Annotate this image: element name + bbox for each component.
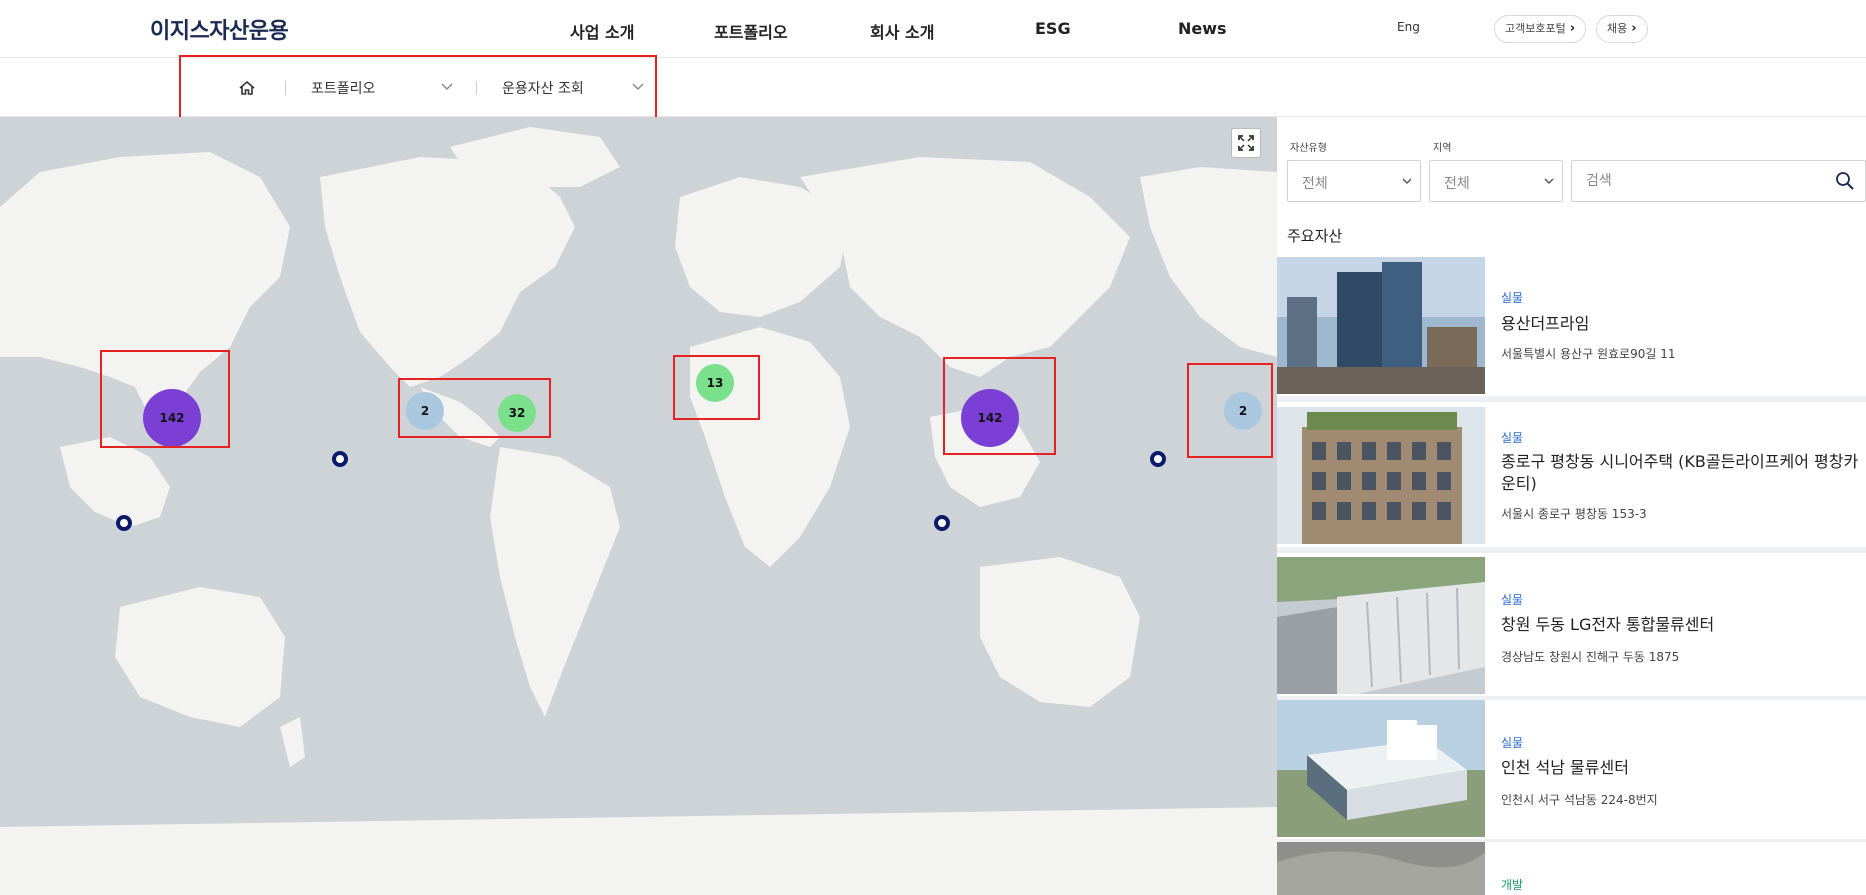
- customer-portal-button[interactable]: 고객보호포털 ›: [1494, 15, 1587, 43]
- search-box: [1571, 160, 1866, 202]
- asset-image: [1277, 842, 1485, 895]
- recruit-button[interactable]: 채용 ›: [1596, 15, 1648, 43]
- map-cluster[interactable]: 32: [498, 394, 536, 432]
- map-pin[interactable]: [1150, 451, 1166, 467]
- asset-card[interactable]: 실물 창원 두동 LG전자 통합물류센터 경상남도 창원시 진해구 두동 187…: [1277, 557, 1866, 694]
- nav-company[interactable]: 회사 소개: [870, 19, 934, 43]
- asset-card[interactable]: 실물 인천 석남 물류센터 인천시 서구 석남동 224-8번지: [1277, 700, 1866, 837]
- region-select[interactable]: 전체: [1429, 160, 1563, 202]
- recruit-label: 채용: [1607, 22, 1628, 35]
- asset-card[interactable]: 실물 종로구 평창동 시니어주택 (KB골든라이프케어 평창카운티) 서울시 종…: [1277, 407, 1866, 544]
- asset-card[interactable]: 실물 용산더프라임 서울특별시 용산구 원효로90길 11: [1277, 257, 1866, 394]
- asset-name: 창원 두동 LG전자 통합물류센터: [1501, 615, 1715, 634]
- nav-news[interactable]: News: [1178, 19, 1227, 38]
- asset-image: [1277, 407, 1485, 544]
- search-icon[interactable]: [1835, 171, 1855, 191]
- customer-portal-label: 고객보호포털: [1505, 22, 1566, 35]
- asset-type-value: 전체: [1302, 176, 1328, 192]
- asset-category: 실물: [1501, 736, 1524, 750]
- chevron-down-icon: [1544, 178, 1554, 184]
- map-pin[interactable]: [116, 515, 132, 531]
- fullscreen-icon: [1238, 135, 1254, 151]
- chevron-right-icon: ›: [1569, 21, 1576, 36]
- map-tiles: [0, 127, 1277, 895]
- region-label: 지역: [1433, 143, 1452, 154]
- asset-image: [1277, 557, 1485, 694]
- card-divider: [1277, 547, 1866, 553]
- asset-category: 실물: [1501, 431, 1524, 445]
- asset-name: 인천 석남 물류센터: [1501, 758, 1629, 777]
- map-cluster[interactable]: 142: [961, 389, 1019, 447]
- asset-address: 서울특별시 용산구 원효로90길 11: [1501, 347, 1676, 361]
- map-cluster[interactable]: 142: [143, 389, 201, 447]
- map-cluster[interactable]: 13: [696, 364, 734, 402]
- card-divider: [1277, 396, 1866, 402]
- asset-address: 경상남도 창원시 진해구 두동 1875: [1501, 650, 1680, 664]
- language-toggle[interactable]: Eng: [1397, 20, 1420, 34]
- region-value: 전체: [1444, 176, 1470, 192]
- asset-image: [1277, 700, 1485, 837]
- featured-assets-title: 주요자산: [1287, 227, 1343, 245]
- nav-portfolio[interactable]: 포트폴리오: [714, 19, 788, 43]
- asset-type-select[interactable]: 전체: [1287, 160, 1421, 202]
- map-cluster[interactable]: 2: [406, 392, 444, 430]
- nav-esg[interactable]: ESG: [1035, 19, 1071, 38]
- map-pin[interactable]: [934, 515, 950, 531]
- asset-address: 인천시 서구 석남동 224-8번지: [1501, 793, 1658, 807]
- asset-card[interactable]: 개발: [1277, 842, 1866, 895]
- logo[interactable]: 이지스자산운용: [150, 13, 289, 45]
- nav-business[interactable]: 사업 소개: [570, 19, 634, 43]
- fullscreen-button[interactable]: [1231, 128, 1261, 158]
- breadcrumb-highlight-box: [179, 55, 657, 120]
- asset-address: 서울시 종로구 평창동 153-3: [1501, 507, 1647, 521]
- asset-image: [1277, 257, 1485, 394]
- asset-type-label: 자산유형: [1290, 143, 1327, 154]
- world-map[interactable]: 142 2 32 13 142 2: [0, 117, 1277, 895]
- asset-category: 개발: [1501, 878, 1524, 892]
- asset-category: 실물: [1501, 593, 1524, 607]
- chevron-down-icon: [1402, 178, 1412, 184]
- asset-sidebar: 자산유형 전체 지역 전체 주요자산 실물 용산더프라임: [1277, 117, 1866, 895]
- asset-name: 종로구 평창동 시니어주택 (KB골든라이프케어 평창카운티): [1501, 452, 1859, 493]
- search-input[interactable]: [1572, 161, 1812, 201]
- map-pin[interactable]: [332, 451, 348, 467]
- chevron-right-icon: ›: [1631, 21, 1637, 36]
- site-header: 이지스자산운용 사업 소개 포트폴리오 회사 소개 ESG News 고객보호포…: [0, 0, 1866, 58]
- asset-name: 용산더프라임: [1501, 314, 1590, 333]
- map-cluster[interactable]: 2: [1224, 392, 1262, 430]
- asset-category: 실물: [1501, 291, 1524, 305]
